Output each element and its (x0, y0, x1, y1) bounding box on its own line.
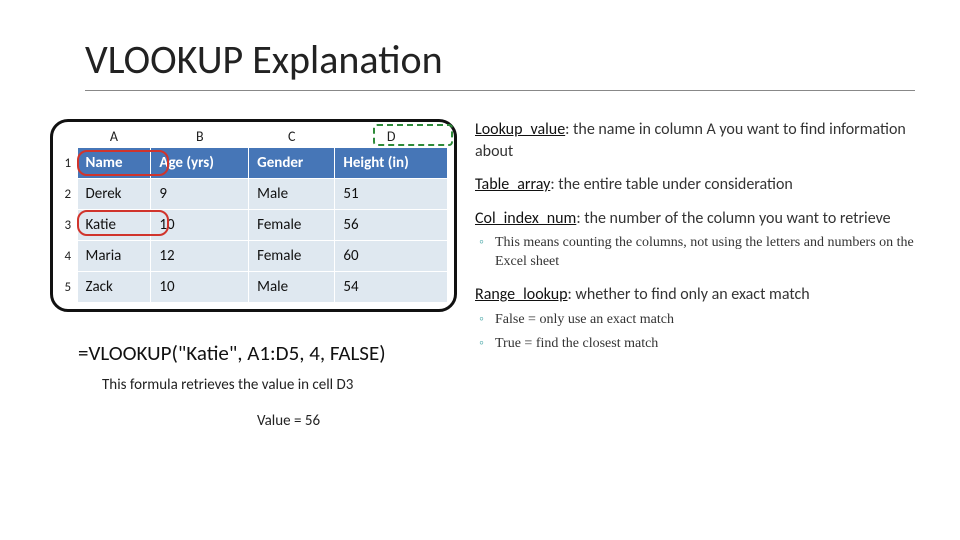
table-header: Gender (249, 148, 335, 179)
table-cell: Male (249, 179, 335, 210)
page-title: VLOOKUP Explanation (85, 35, 915, 91)
row-number: 2 (59, 179, 77, 210)
table-cell: Maria (77, 241, 151, 272)
def-range-sub-false: False = only use an exact match (495, 309, 915, 330)
def-col-index: Col_index_num: the number of the column … (475, 208, 915, 272)
table-cell: Male (249, 272, 335, 303)
table-header: Name (77, 148, 151, 179)
table-cell: 9 (151, 179, 249, 210)
row-number: 3 (59, 210, 77, 241)
row-number: 4 (59, 241, 77, 272)
table-cell: Female (249, 210, 335, 241)
data-table: A B C D 1 Name Age (yrs) Gender Height (… (59, 126, 448, 303)
table-cell: Katie (77, 210, 151, 241)
data-table-frame: A B C D 1 Name Age (yrs) Gender Height (… (50, 119, 457, 312)
table-cell: Female (249, 241, 335, 272)
col-letter: C (249, 126, 335, 148)
def-col-index-sub: This means counting the columns, not usi… (495, 232, 915, 272)
table-cell: 54 (335, 272, 448, 303)
table-cell: 60 (335, 241, 448, 272)
table-cell: 56 (335, 210, 448, 241)
def-lookup-value: Lookup_value: the name in column A you w… (475, 119, 915, 162)
def-table-array: Table_array: the entire table under cons… (475, 174, 915, 196)
row-number: 1 (59, 148, 77, 179)
def-range-lookup: Range_lookup: whether to find only an ex… (475, 284, 915, 353)
table-cell: Derek (77, 179, 151, 210)
table-cell: 10 (151, 210, 249, 241)
table-header: Height (in) (335, 148, 448, 179)
table-cell: 10 (151, 272, 249, 303)
result-value: Value = 56 (120, 412, 457, 430)
col-letter: A (77, 126, 151, 148)
table-header: Age (yrs) (151, 148, 249, 179)
col-letter: B (151, 126, 249, 148)
formula-caption: This formula retrieves the value in cell… (102, 376, 457, 394)
row-number: 5 (59, 272, 77, 303)
table-cell: 12 (151, 241, 249, 272)
table-cell: Zack (77, 272, 151, 303)
col-letter: D (335, 126, 448, 148)
table-cell: 51 (335, 179, 448, 210)
formula-text: =VLOOKUP("Katie", A1:D5, 4, FALSE) (78, 340, 457, 366)
def-range-sub-true: True = find the closest match (495, 333, 915, 354)
